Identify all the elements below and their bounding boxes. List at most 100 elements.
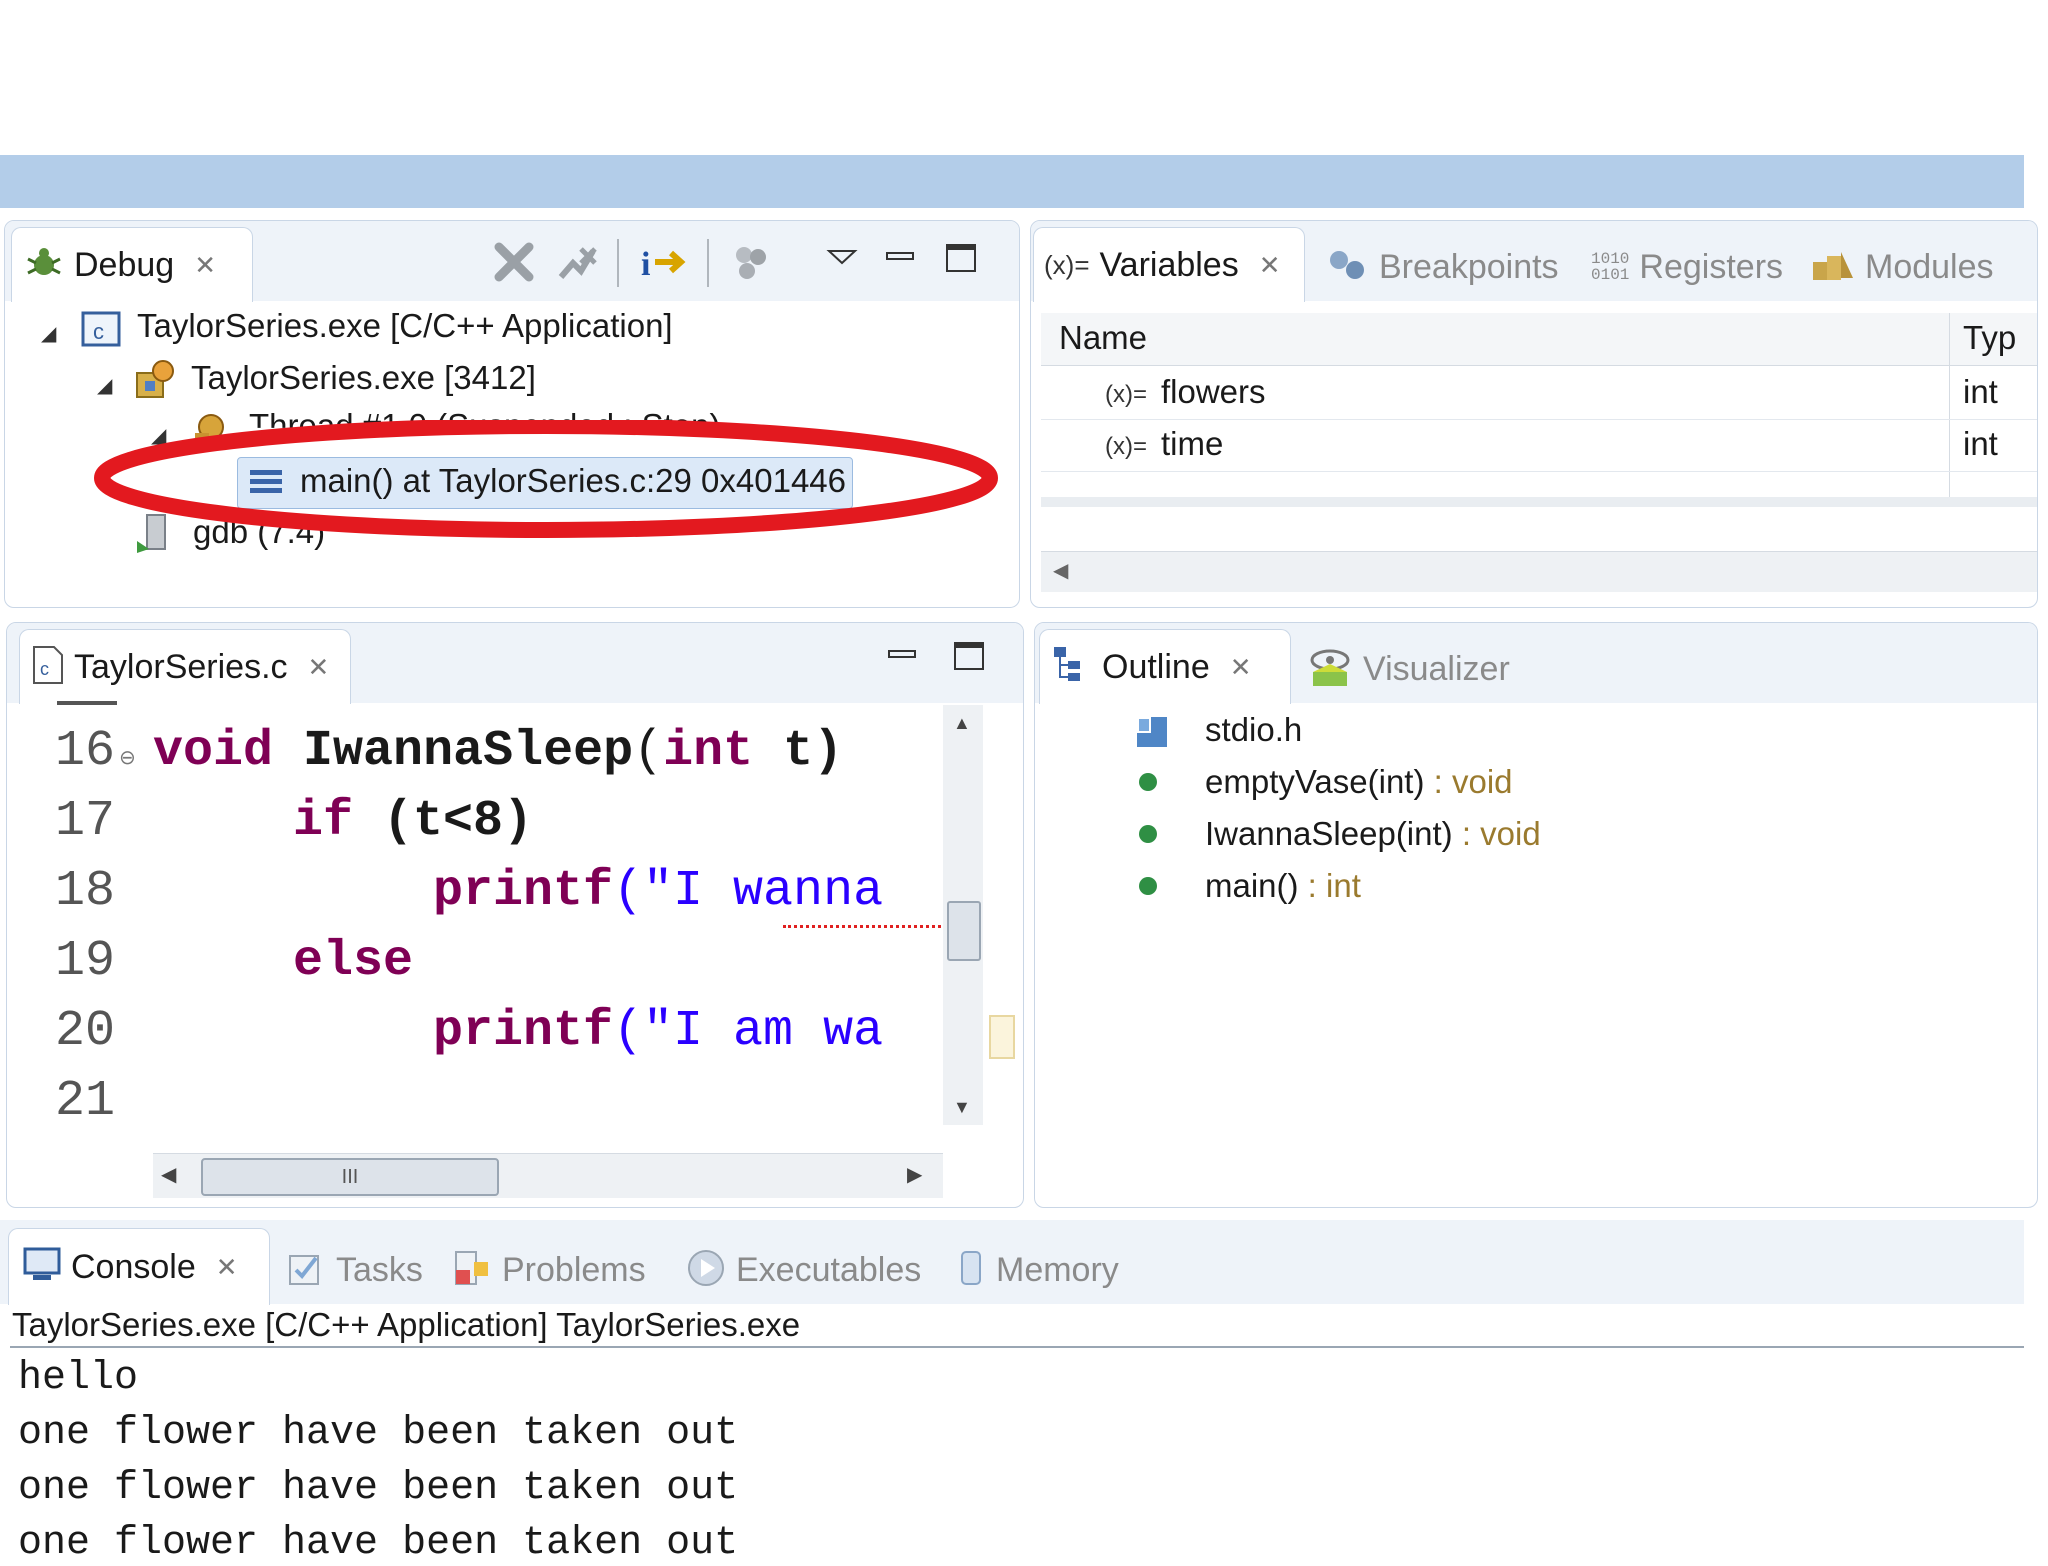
outline-view: Outline ✕ Visualizer stdio.h emptyVase(i… — [1034, 622, 2038, 1208]
code-line-17: if (t<8) — [293, 793, 534, 850]
process-icon — [133, 357, 177, 406]
tasks-icon — [286, 1248, 326, 1293]
column-type[interactable]: Typ — [1963, 319, 2016, 357]
code-line-19: else — [293, 933, 414, 990]
memory-icon — [956, 1248, 986, 1293]
tab-memory[interactable]: Memory — [956, 1240, 1119, 1300]
close-icon[interactable]: ✕ — [216, 1252, 238, 1283]
maximize-icon[interactable] — [953, 641, 985, 676]
tab-debug-label: Debug — [74, 245, 175, 284]
tab-executables[interactable]: Executables — [686, 1240, 921, 1300]
tab-tasks[interactable]: Tasks — [286, 1240, 423, 1300]
outline-icon — [1052, 645, 1092, 690]
console-icon — [23, 1247, 61, 1288]
tab-editor-file[interactable]: c TaylorSeries.c ✕ — [19, 629, 351, 704]
console-header: TaylorSeries.exe [C/C++ Application] Tay… — [12, 1306, 801, 1343]
outline-function[interactable]: IwannaSleep(int) : void — [1205, 815, 1541, 853]
console-line: one flower have been taken out — [18, 1466, 739, 1511]
table-row[interactable]: (x)= flowers int — [1041, 369, 2037, 420]
variable-icon: (x)= — [1105, 381, 1147, 408]
close-icon[interactable]: ✕ — [1230, 652, 1252, 683]
outline-function[interactable]: emptyVase(int) : void — [1205, 763, 1513, 801]
remove-all-terminated-icon[interactable] — [555, 241, 599, 290]
scroll-thumb[interactable] — [947, 901, 981, 961]
variable-icon: (x)= — [1105, 433, 1147, 460]
scroll-left-icon[interactable]: ◀ — [161, 1162, 176, 1187]
tab-variables-label: Variables — [1099, 245, 1239, 284]
view-menu-icon[interactable] — [825, 247, 859, 272]
tab-registers-label: Registers — [1639, 247, 1784, 286]
breakpoints-icon — [1327, 248, 1369, 287]
separator — [617, 239, 619, 287]
executables-icon — [686, 1248, 726, 1293]
minimize-icon[interactable] — [885, 249, 915, 270]
console-view: Console ✕ Tasks Problems Executables Mem… — [0, 1220, 2024, 1566]
problems-icon — [452, 1248, 492, 1293]
tree-process[interactable]: TaylorSeries.exe [3412] — [191, 359, 536, 397]
threads-icon[interactable] — [731, 243, 771, 288]
tab-modules-label: Modules — [1865, 247, 1994, 286]
expand-arrow-icon[interactable]: ◢ — [97, 373, 112, 398]
code-clip: void IwannaSleep(int t) if (t<8) printf(… — [153, 713, 943, 1133]
close-icon[interactable]: ✕ — [308, 652, 330, 683]
variable-name: flowers — [1161, 373, 1266, 410]
variable-name: time — [1161, 425, 1224, 462]
svg-text:i: i — [641, 246, 650, 283]
tree-app[interactable]: TaylorSeries.exe [C/C++ Application] — [137, 307, 673, 345]
function-icon — [1139, 825, 1157, 843]
horizontal-scrollbar[interactable]: ◀ III ▶ — [153, 1153, 943, 1198]
step-into-icon[interactable]: i — [639, 239, 689, 290]
tab-visualizer[interactable]: Visualizer — [1307, 639, 1510, 699]
line-number: 17 — [55, 793, 116, 850]
registers-icon: 1010 0101 — [1591, 250, 1630, 284]
fold-icon[interactable]: ⊖ — [119, 745, 136, 770]
window-title-bar — [0, 155, 2024, 208]
console-line: one flower have been taken out — [18, 1521, 739, 1566]
close-icon[interactable]: ✕ — [1259, 250, 1281, 281]
tab-console-label: Console — [71, 1247, 196, 1286]
tab-variables[interactable]: (x)= Variables ✕ — [1033, 227, 1305, 302]
line-number: 20 — [55, 1003, 116, 1060]
tab-editor-label: TaylorSeries.c — [74, 647, 288, 686]
table-row[interactable]: (x)= time int — [1041, 421, 2037, 472]
line-number: 21 — [55, 1073, 116, 1130]
function-icon — [1139, 773, 1157, 791]
spelling-squiggle — [783, 919, 943, 928]
tab-console[interactable]: Console ✕ — [8, 1228, 270, 1305]
variables-table-header — [1041, 313, 2037, 366]
variable-type: int — [1963, 373, 1998, 410]
editor-view: c TaylorSeries.c ✕ 16 ⊖ 17 18 19 20 21 v… — [6, 622, 1024, 1208]
scroll-down-icon[interactable]: ▼ — [953, 1097, 971, 1118]
variables-view: (x)= Variables ✕ Breakpoints 1010 0101 Re… — [1030, 220, 2038, 608]
remove-terminated-icon[interactable] — [491, 239, 537, 290]
scroll-left-icon[interactable]: ◀ — [1053, 558, 1068, 583]
line-number: 16 — [55, 723, 116, 780]
tab-tasks-label: Tasks — [336, 1250, 423, 1289]
line-number: 19 — [55, 933, 116, 990]
minimize-icon[interactable] — [887, 647, 917, 668]
vertical-scrollbar[interactable]: ▲ ▼ — [943, 705, 983, 1125]
variables-icon: (x)= — [1044, 249, 1090, 280]
maximize-icon[interactable] — [945, 243, 977, 278]
expand-arrow-icon[interactable]: ◢ — [41, 321, 56, 346]
scroll-thumb[interactable]: III — [201, 1158, 499, 1196]
tab-outline-label: Outline — [1102, 647, 1210, 686]
column-name[interactable]: Name — [1059, 319, 1147, 357]
tab-breakpoints[interactable]: Breakpoints — [1327, 237, 1559, 297]
scroll-up-icon[interactable]: ▲ — [953, 713, 971, 734]
close-icon[interactable]: ✕ — [194, 250, 216, 281]
tab-registers[interactable]: 1010 0101 Registers — [1591, 237, 1783, 297]
tab-modules[interactable]: Modules — [1811, 237, 1994, 297]
horizontal-scrollbar[interactable]: ◀ — [1041, 551, 2037, 592]
debug-toolbar: i — [485, 233, 1005, 293]
function-icon — [1139, 877, 1157, 895]
scroll-right-icon[interactable]: ▶ — [907, 1162, 922, 1187]
tab-debug[interactable]: Debug ✕ — [11, 227, 253, 302]
outline-include[interactable]: stdio.h — [1205, 711, 1302, 749]
tab-executables-label: Executables — [736, 1250, 922, 1289]
modules-icon — [1811, 248, 1855, 287]
tab-problems[interactable]: Problems — [452, 1240, 646, 1300]
outline-function[interactable]: main() : int — [1205, 867, 1361, 905]
include-icon — [1135, 715, 1169, 754]
tab-outline[interactable]: Outline ✕ — [1039, 629, 1291, 704]
